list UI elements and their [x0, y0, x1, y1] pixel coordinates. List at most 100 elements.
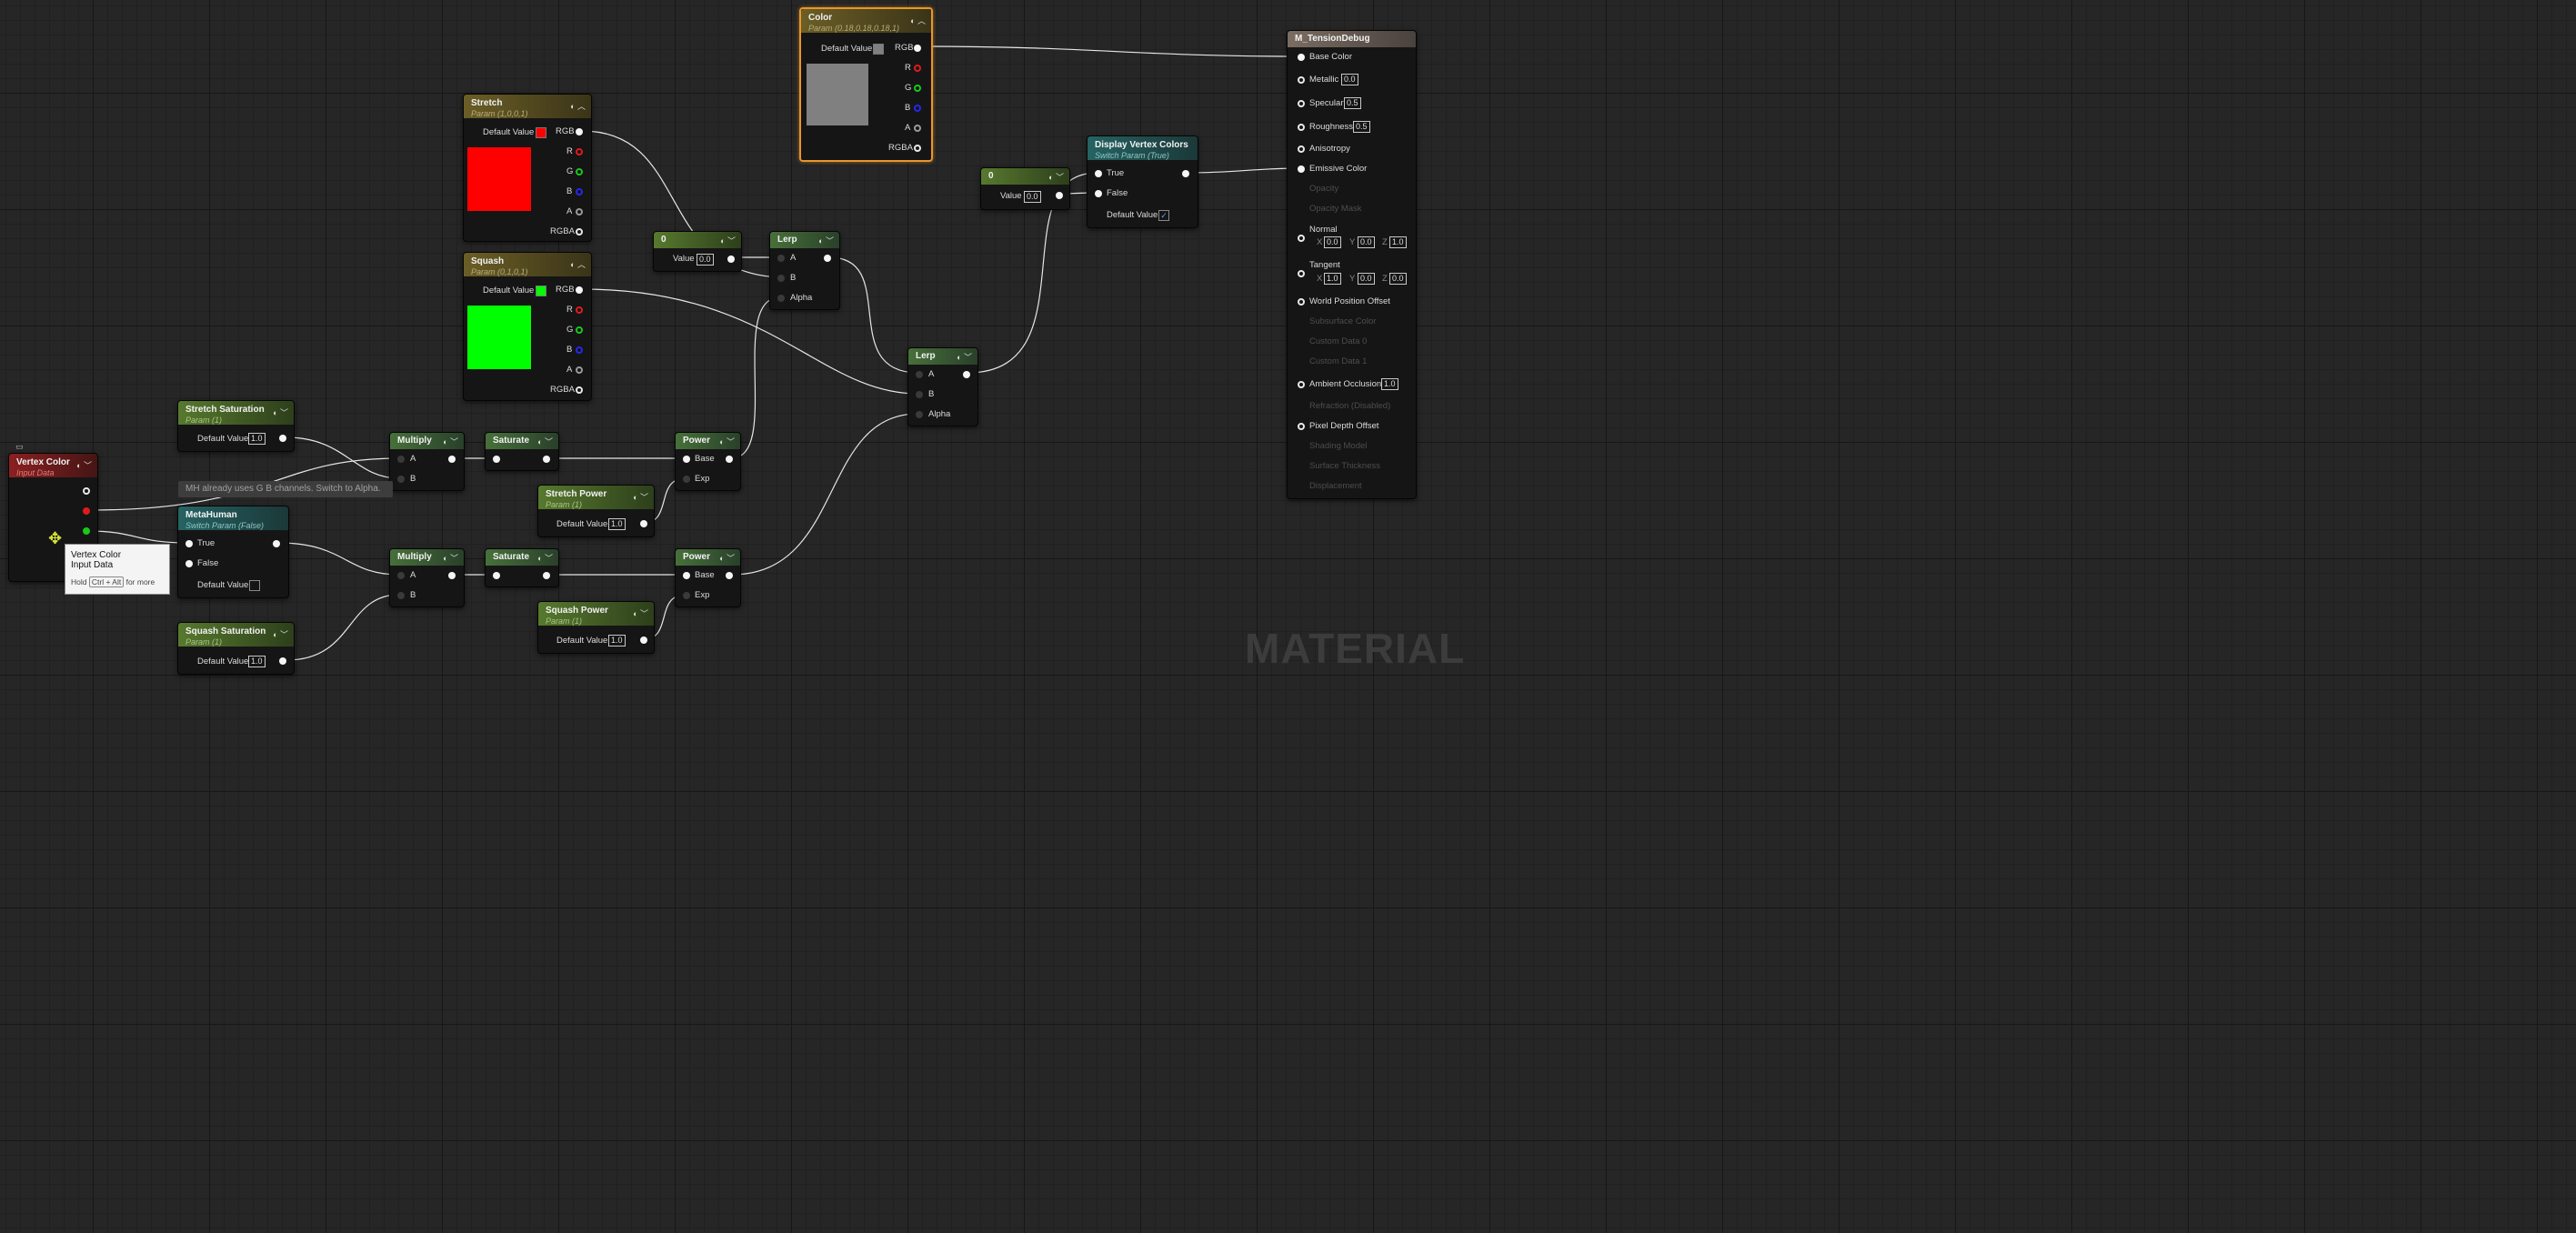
pin-normal[interactable] — [1298, 235, 1305, 242]
pin-tangent[interactable] — [1298, 270, 1305, 277]
stretch-saturation-node[interactable]: Stretch Saturation Param (1) ◐ ﹀ Default… — [177, 400, 295, 452]
material-result-header[interactable]: M_TensionDebug — [1288, 31, 1416, 47]
preview-toggle-icon[interactable]: ◐ ︿ — [570, 258, 586, 270]
stretch-power-value[interactable]: 1.0 — [608, 518, 626, 530]
output-pin[interactable] — [448, 456, 456, 463]
preview-toggle-icon[interactable]: ◐ ﹀ — [273, 628, 288, 640]
input-pin-exp[interactable] — [683, 476, 690, 483]
out-pin-r[interactable] — [576, 306, 583, 314]
preview-toggle-icon[interactable]: ◐ ︿ — [910, 15, 926, 26]
value-field[interactable]: 0.0 — [1024, 191, 1041, 203]
specular-value[interactable]: 0.5 — [1344, 97, 1361, 109]
output-pin[interactable] — [543, 456, 550, 463]
tangent-x-value[interactable]: 1.0 — [1324, 273, 1341, 285]
lerp-header[interactable]: Lerp ◐ ﹀ — [770, 232, 839, 248]
multiply-node-2[interactable]: Multiply ◐ ﹀ A B — [389, 548, 465, 607]
saturate-header[interactable]: Saturate ◐ ﹀ — [486, 549, 558, 566]
lerp-header[interactable]: Lerp ◐ ﹀ — [908, 348, 977, 365]
stretch-swatch[interactable] — [536, 127, 546, 138]
input-pin-alpha[interactable] — [777, 295, 785, 302]
power-header[interactable]: Power ◐ ﹀ — [676, 549, 740, 566]
squash-saturation-node[interactable]: Squash Saturation Param (1) ◐ ﹀ Default … — [177, 622, 295, 675]
input-pin-alpha[interactable] — [916, 411, 923, 418]
preview-toggle-icon[interactable]: ◐ ﹀ — [537, 436, 553, 447]
output-pin[interactable] — [726, 572, 733, 579]
lerp-node-2[interactable]: Lerp ◐ ﹀ A B Alpha — [907, 347, 978, 426]
out-pin-rgb[interactable] — [576, 128, 583, 135]
out-pin-b[interactable] — [914, 105, 921, 112]
preview-toggle-icon[interactable]: ◐ ﹀ — [719, 552, 735, 564]
ambient-occlusion-value[interactable]: 1.0 — [1381, 378, 1398, 390]
saturate-header[interactable]: Saturate ◐ ﹀ — [486, 433, 558, 449]
comment-box[interactable]: MH already uses G B channels. Switch to … — [178, 481, 393, 497]
pin-ambient-occlusion[interactable] — [1298, 381, 1305, 388]
input-pin-exp[interactable] — [683, 592, 690, 599]
out-pin-r[interactable] — [914, 65, 921, 72]
dvc-header[interactable]: Display Vertex Colors Switch Param (True… — [1088, 136, 1198, 160]
stretch-node-header[interactable]: Stretch Param (1,0,0,1) ◐ ︿ — [464, 95, 591, 118]
tangent-z-value[interactable]: 0.0 — [1389, 273, 1407, 285]
squash-saturation-header[interactable]: Squash Saturation Param (1) ◐ ﹀ — [178, 623, 294, 647]
roughness-value[interactable]: 0.5 — [1353, 121, 1370, 133]
preview-toggle-icon[interactable]: ◐ ﹀ — [720, 235, 736, 246]
input-pin-a[interactable] — [397, 456, 405, 463]
preview-toggle-icon[interactable]: ◐ ﹀ — [1048, 171, 1064, 183]
input-pin[interactable] — [493, 456, 500, 463]
squash-power-header[interactable]: Squash Power Param (1) ◐ ﹀ — [538, 602, 654, 626]
out-pin-rgb[interactable] — [576, 286, 583, 294]
stretch-saturation-header[interactable]: Stretch Saturation Param (1) ◐ ﹀ — [178, 401, 294, 425]
output-pin[interactable] — [279, 657, 286, 665]
input-pin-false[interactable] — [1095, 190, 1102, 197]
checkmark-icon[interactable]: ✓ — [1158, 210, 1169, 221]
multiply-header[interactable]: Multiply ◐ ﹀ — [390, 549, 464, 566]
vertex-color-header[interactable]: Vertex Color Input Data ◐ ﹀ — [9, 454, 97, 477]
preview-toggle-icon[interactable]: ◐ ︿ — [570, 100, 586, 112]
normal-x-value[interactable]: 0.0 — [1324, 236, 1341, 248]
input-pin-b[interactable] — [397, 592, 405, 599]
preview-toggle-icon[interactable]: ◐ ﹀ — [443, 436, 458, 447]
normal-y-value[interactable]: 0.0 — [1358, 236, 1375, 248]
input-pin-b[interactable] — [397, 476, 405, 483]
input-pin-true[interactable] — [1095, 170, 1102, 177]
out-pin-g[interactable] — [576, 326, 583, 334]
stretch-power-header[interactable]: Stretch Power Param (1) ◐ ﹀ — [538, 486, 654, 509]
pin-anisotropy[interactable] — [1298, 145, 1305, 153]
input-pin[interactable] — [493, 572, 500, 579]
output-pin[interactable] — [543, 572, 550, 579]
color-swatch[interactable] — [873, 44, 884, 55]
preview-toggle-icon[interactable]: ◐ ﹀ — [76, 459, 92, 471]
stretch-power-node[interactable]: Stretch Power Param (1) ◐ ﹀ Default Valu… — [537, 485, 655, 537]
stretch-saturation-value[interactable]: 1.0 — [248, 433, 266, 445]
pin-pixel-depth-offset[interactable] — [1298, 423, 1305, 430]
out-pin-b[interactable] — [576, 188, 583, 195]
tangent-y-value[interactable]: 0.0 — [1358, 273, 1375, 285]
scalar-zero-node-1[interactable]: 0 ◐ ﹀ Value 0.0 — [653, 231, 742, 272]
squash-power-value[interactable]: 1.0 — [608, 635, 626, 647]
input-pin-base[interactable] — [683, 456, 690, 463]
out-pin-a[interactable] — [576, 366, 583, 374]
output-pin[interactable] — [1182, 170, 1189, 177]
output-pin[interactable] — [727, 256, 735, 263]
scalar-zero-node-2[interactable]: 0 ◐ ﹀ Value 0.0 — [980, 167, 1070, 210]
preview-toggle-icon[interactable]: ◐ ﹀ — [957, 351, 972, 363]
squash-saturation-value[interactable]: 1.0 — [248, 656, 266, 667]
pin-emissive-color[interactable] — [1298, 165, 1305, 173]
input-pin-a[interactable] — [916, 371, 923, 378]
comment-bubble-icon[interactable]: ▭ — [15, 442, 24, 452]
power-header[interactable]: Power ◐ ﹀ — [676, 433, 740, 449]
multiply-header[interactable]: Multiply ◐ ﹀ — [390, 433, 464, 449]
output-pin[interactable] — [726, 456, 733, 463]
out-pin-rgba[interactable] — [576, 228, 583, 236]
preview-toggle-icon[interactable]: ◐ ﹀ — [633, 607, 648, 619]
input-pin-b[interactable] — [777, 275, 785, 282]
out-pin-g[interactable] — [576, 168, 583, 175]
out-pin-g[interactable] — [914, 85, 921, 92]
output-pin[interactable] — [963, 371, 970, 378]
normal-z-value[interactable]: 1.0 — [1389, 236, 1407, 248]
scalar-zero-header[interactable]: 0 ◐ ﹀ — [981, 168, 1069, 185]
input-pin-base[interactable] — [683, 572, 690, 579]
out-pin-a[interactable] — [576, 208, 583, 216]
pin-world-position-offset[interactable] — [1298, 298, 1305, 306]
output-pin[interactable] — [273, 540, 280, 547]
preview-toggle-icon[interactable]: ◐ ﹀ — [443, 552, 458, 564]
